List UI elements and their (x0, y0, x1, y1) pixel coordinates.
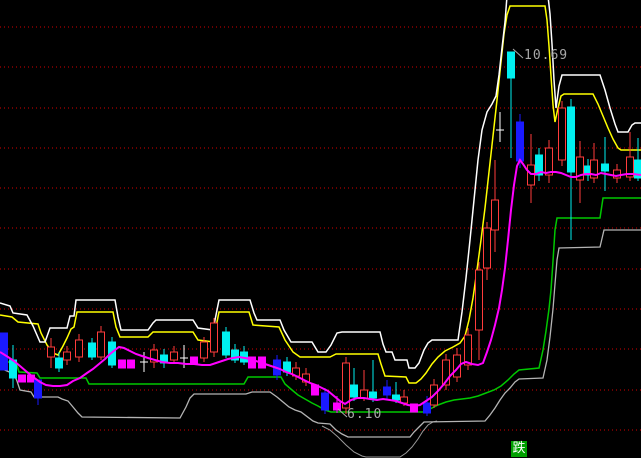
candle (128, 360, 135, 368)
candle (1, 333, 8, 370)
candle (35, 380, 42, 405)
candle (151, 344, 158, 368)
candle (484, 222, 491, 280)
candle (76, 334, 83, 362)
candle (191, 357, 198, 363)
candle (223, 327, 230, 358)
candle (161, 349, 168, 368)
candle (546, 140, 553, 183)
candle (476, 262, 483, 360)
candlestick-chart[interactable] (0, 0, 641, 458)
fall-status-badge: 跌 (511, 441, 527, 457)
candle (492, 160, 499, 252)
candles (1, 52, 641, 416)
candle (384, 380, 391, 399)
candle (48, 338, 55, 368)
candle (602, 137, 609, 191)
band-line-lower-band-green (0, 198, 641, 412)
candle (370, 360, 377, 402)
candle (361, 370, 368, 401)
price-label-low: 6.10 (347, 407, 382, 422)
candle (232, 344, 239, 363)
candle (568, 99, 575, 240)
candle (211, 318, 218, 357)
price-label-high: 10.69 (524, 48, 568, 63)
candle (19, 375, 26, 382)
candle (591, 143, 598, 183)
candle (10, 345, 17, 388)
candle (351, 368, 358, 401)
candle (536, 148, 543, 181)
candle (343, 357, 350, 414)
candle (496, 112, 504, 142)
candle (559, 101, 566, 166)
candle (614, 164, 621, 183)
candle (241, 346, 248, 365)
candle (528, 134, 535, 203)
candle (119, 360, 126, 368)
candle (577, 141, 584, 203)
candle (98, 326, 105, 360)
candle (89, 338, 96, 360)
candle (322, 388, 329, 414)
candle (508, 52, 515, 158)
stock-chart-window: 10.69 6.10 跌 (0, 0, 641, 458)
